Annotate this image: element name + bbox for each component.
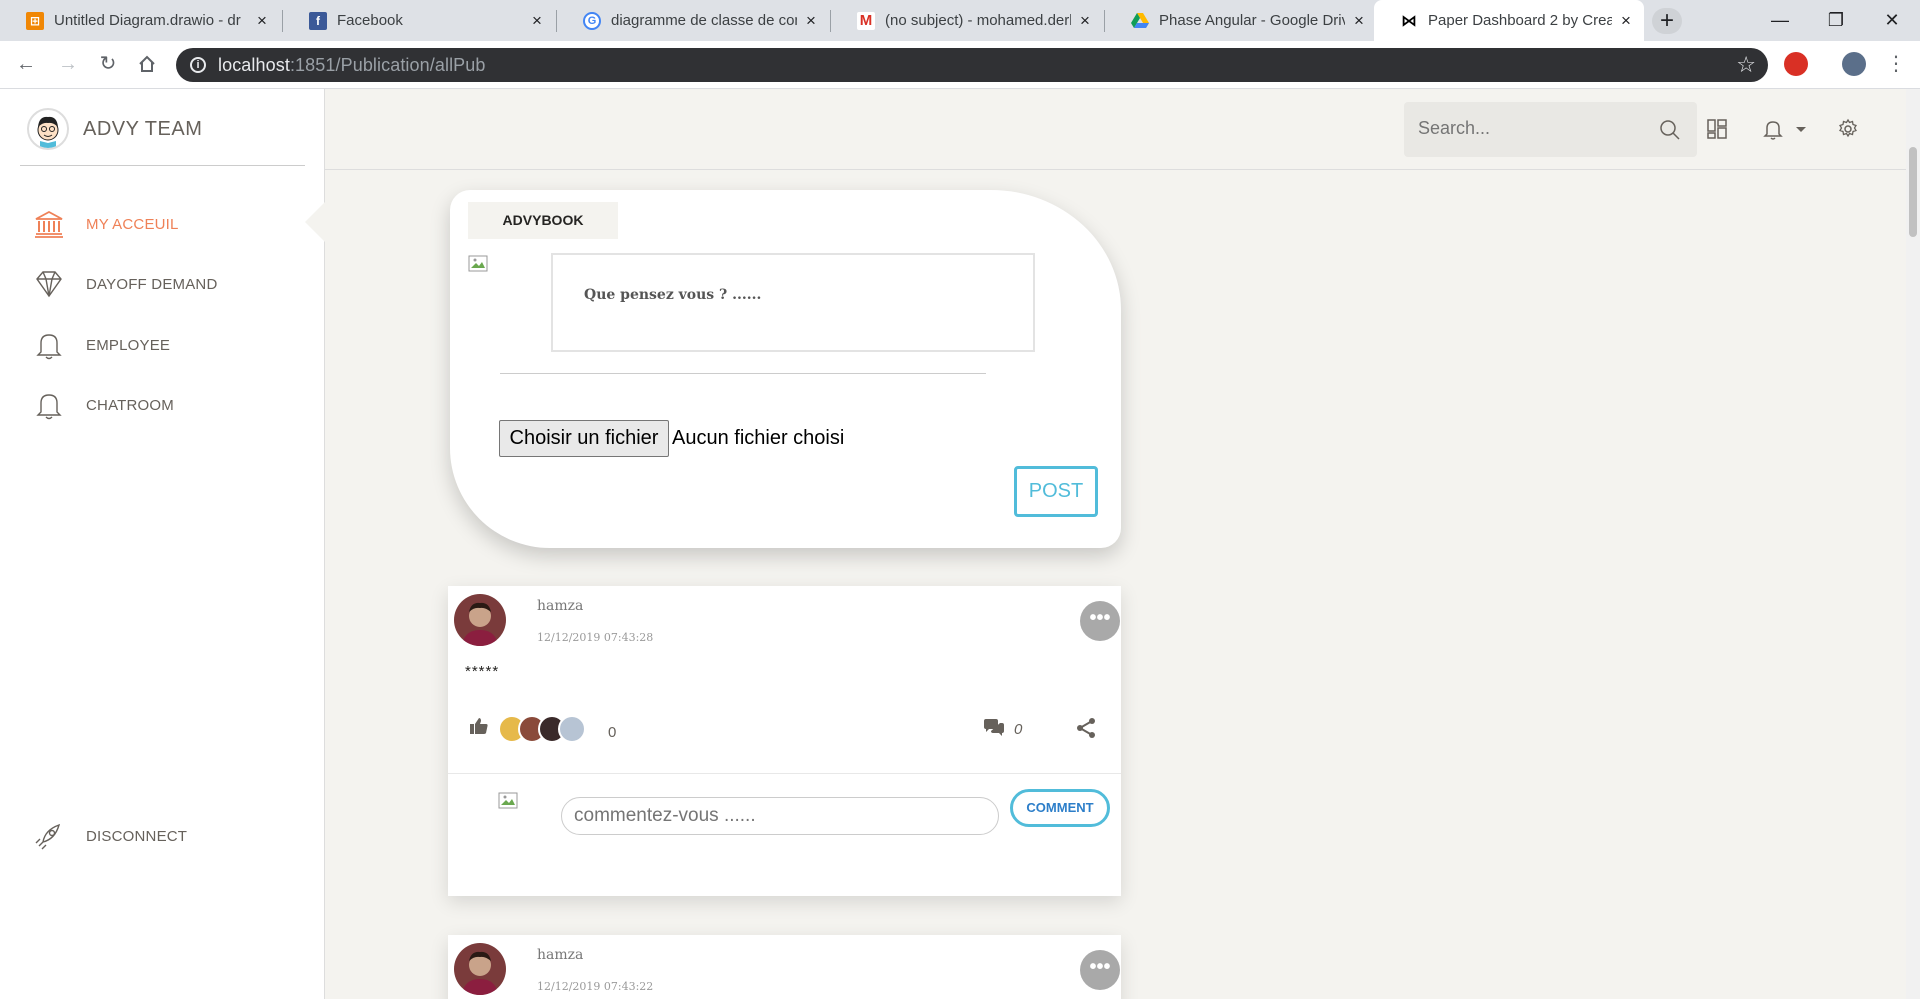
restore-button[interactable]: ❐ (1808, 0, 1864, 41)
gear-icon[interactable] (1836, 117, 1860, 141)
sidebar-item-chatroom[interactable]: CHATROOM (0, 380, 325, 430)
sidebar-item-dayoff-demand[interactable]: DAYOFF DEMAND (0, 259, 325, 309)
close-icon[interactable]: × (1618, 12, 1634, 29)
url-text: localhost:1851/Publication/allPub (218, 55, 486, 75)
browser-tab[interactable]: G diagramme de classe de con × (557, 0, 829, 41)
close-icon[interactable]: × (1077, 12, 1093, 29)
minimize-button[interactable]: — (1752, 0, 1808, 41)
close-icon[interactable]: × (803, 12, 819, 29)
window-close-button[interactable]: ✕ (1864, 0, 1920, 41)
sidebar-item-label: DISCONNECT (86, 828, 188, 845)
avatar[interactable] (454, 943, 506, 995)
bell-icon[interactable] (1761, 117, 1785, 141)
sidebar-item-my-acceuil[interactable]: MY ACCEUIL (0, 199, 325, 249)
profile-avatar[interactable] (1842, 52, 1866, 76)
avatar[interactable] (454, 594, 506, 646)
post-body: ***** (465, 663, 500, 680)
dashboard-icon[interactable] (1705, 117, 1729, 141)
reload-icon[interactable]: ↻ (94, 50, 122, 78)
address-bar[interactable]: i localhost:1851/Publication/allPub ☆ (176, 48, 1768, 82)
active-caret (305, 202, 325, 242)
new-tab-button[interactable]: + (1652, 8, 1682, 34)
bank-icon (35, 210, 63, 238)
close-icon[interactable]: × (529, 12, 545, 29)
bell-icon (36, 394, 62, 420)
divider (500, 373, 986, 374)
facebook-icon: f (309, 11, 327, 30)
google-icon: G (583, 11, 601, 30)
file-status: Aucun fichier choisi (672, 427, 845, 449)
avatar (558, 715, 586, 743)
brand[interactable]: ADVY TEAM (27, 108, 202, 150)
brand-name: ADVY TEAM (83, 117, 203, 140)
info-icon[interactable]: i (190, 57, 206, 73)
sidebar-item-label: DAYOFF DEMAND (86, 276, 218, 293)
browser-tab-active[interactable]: ⋈ Paper Dashboard 2 by Creati × (1374, 0, 1644, 41)
feed-post: hamza 12/12/2019 07:43:28 ••• ***** 0 0 … (448, 586, 1121, 896)
search-box (1404, 102, 1697, 157)
comment-count: 0 (1014, 721, 1023, 738)
scrollbar-thumb[interactable] (1909, 147, 1917, 237)
more-options-button[interactable]: ••• (1080, 950, 1120, 990)
feed-post: hamza 12/12/2019 07:43:22 ••• (448, 935, 1121, 999)
post-timestamp: 12/12/2019 07:43:22 (537, 980, 654, 993)
thumbs-up-icon[interactable] (469, 716, 489, 736)
post-composer: ADVYBOOK Que pensez vous ? ...... Choisi… (450, 190, 1121, 548)
scrollbar[interactable] (1906, 89, 1920, 999)
back-icon[interactable]: ← (12, 50, 40, 78)
sidebar-item-label: EMPLOYEE (86, 337, 171, 354)
comments-icon[interactable] (983, 718, 1005, 738)
choose-file-button[interactable]: Choisir un fichier (499, 420, 669, 457)
author-name[interactable]: hamza (537, 598, 583, 614)
sidebar-item-label: MY ACCEUIL (86, 216, 179, 233)
sidebar-item-disconnect[interactable]: DISCONNECT (0, 811, 325, 861)
sidebar-item-employee[interactable]: EMPLOYEE (0, 320, 325, 370)
search-icon[interactable] (1659, 119, 1681, 141)
browser-tab[interactable]: ⊞ Untitled Diagram.drawio - dr × (0, 0, 280, 41)
tab-advybook[interactable]: ADVYBOOK (468, 202, 618, 239)
sidebar: ADVY TEAM MY ACCEUIL DAYOFF DEMAND EMPLO… (0, 89, 325, 999)
forward-icon[interactable]: → (54, 50, 82, 78)
broken-image-icon (468, 255, 488, 272)
browser-tab[interactable]: Phase Angular - Google Driv × (1105, 0, 1377, 41)
creative-tim-icon: ⋈ (1401, 12, 1417, 30)
more-options-button[interactable]: ••• (1080, 601, 1120, 641)
browser-tabstrip: ⊞ Untitled Diagram.drawio - dr × f Faceb… (0, 0, 1920, 41)
top-navbar (325, 89, 1920, 170)
star-icon[interactable]: ☆ (1736, 52, 1756, 78)
divider (448, 773, 1121, 774)
browser-tab[interactable]: M (no subject) - mohamed.derb × (831, 0, 1103, 41)
broken-image-icon (498, 792, 518, 809)
like-count: 0 (608, 724, 617, 741)
google-drive-icon (1131, 12, 1149, 30)
caret-down-icon[interactable] (1789, 117, 1813, 141)
close-icon[interactable]: × (254, 12, 270, 29)
sidebar-item-label: CHATROOM (86, 397, 174, 414)
comment-button[interactable]: COMMENT (1010, 789, 1110, 827)
close-icon[interactable]: × (1351, 12, 1367, 29)
home-icon[interactable] (133, 50, 161, 78)
browser-tab[interactable]: f Facebook × (283, 0, 555, 41)
menu-icon[interactable]: ⋮ (1882, 50, 1910, 78)
drawio-icon: ⊞ (26, 11, 44, 30)
extension-icon[interactable] (1784, 52, 1808, 76)
rocket-icon (35, 823, 61, 850)
comment-input[interactable] (561, 797, 999, 835)
search-input[interactable] (1418, 118, 1638, 139)
post-button[interactable]: POST (1014, 466, 1098, 517)
post-timestamp: 12/12/2019 07:43:28 (537, 631, 654, 644)
reactors[interactable] (498, 715, 586, 743)
bell-icon (36, 334, 62, 360)
logo (27, 108, 69, 150)
browser-toolbar: ← → ↻ i localhost:1851/Publication/allPu… (0, 41, 1920, 89)
diamond-icon (36, 271, 62, 298)
share-icon[interactable] (1075, 717, 1097, 739)
gmail-icon: M (857, 11, 875, 30)
post-textarea[interactable]: Que pensez vous ? ...... (551, 253, 1035, 352)
divider (20, 165, 305, 166)
author-name[interactable]: hamza (537, 947, 583, 963)
